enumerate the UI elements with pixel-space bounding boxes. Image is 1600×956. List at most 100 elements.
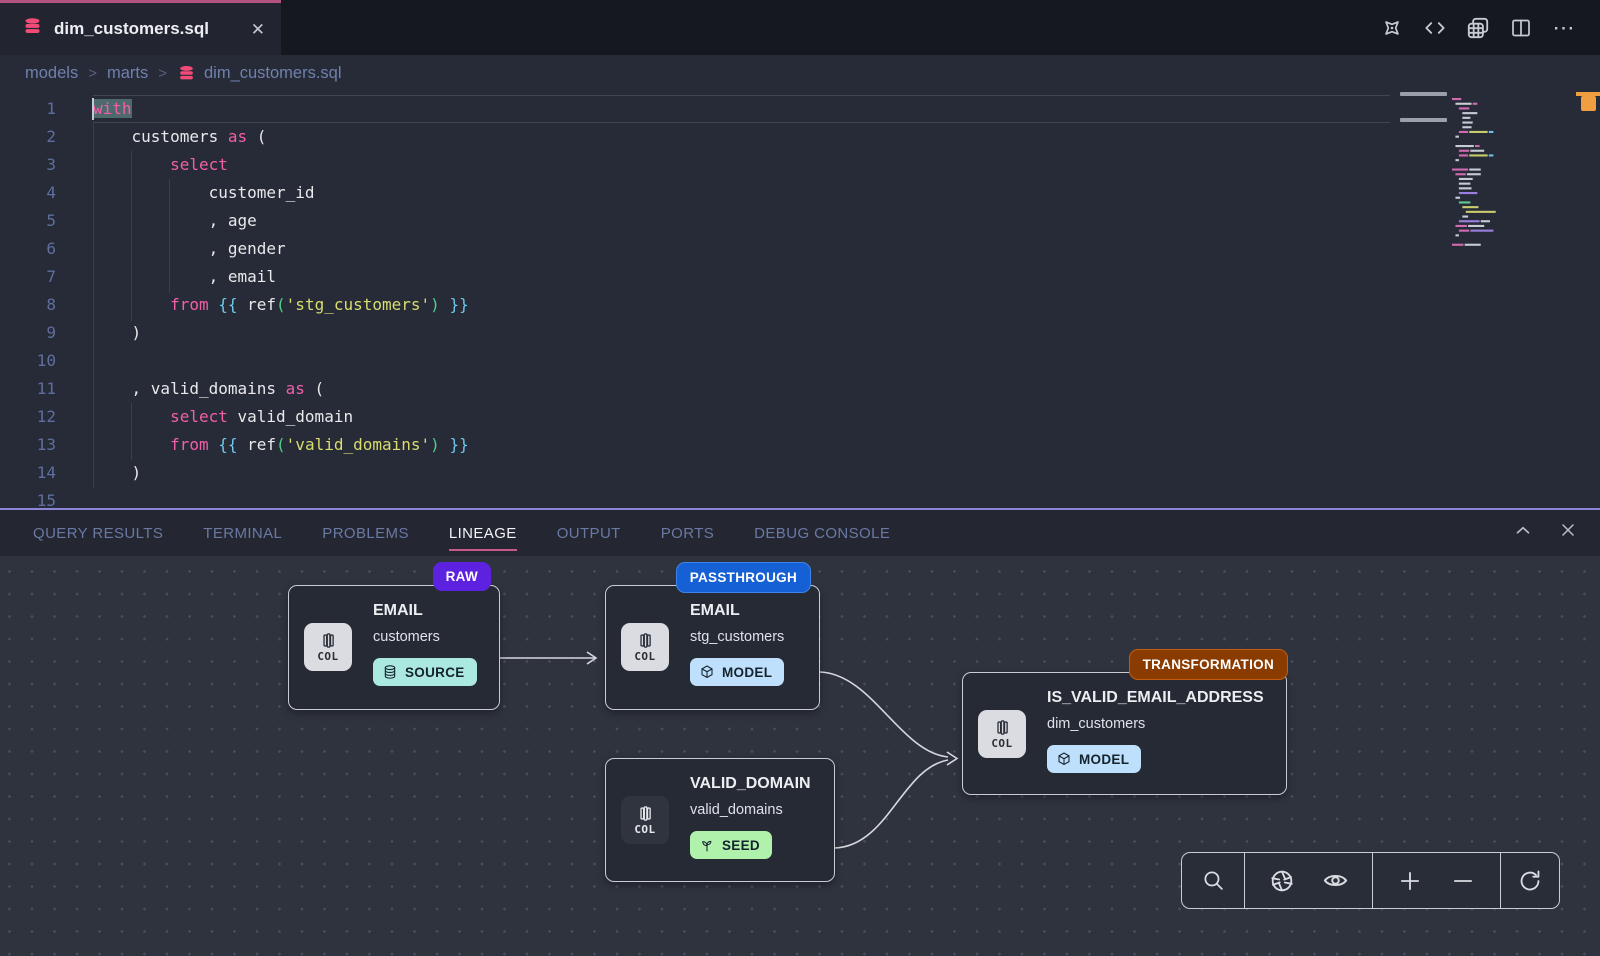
node-title: IS_VALID_EMAIL_ADDRESS — [1047, 689, 1264, 707]
code-line[interactable]: , gender — [93, 235, 1390, 263]
breadcrumb-separator: > — [88, 65, 97, 82]
line-number: 1 — [0, 95, 56, 123]
code-line[interactable]: , email — [93, 263, 1390, 291]
line-number: 9 — [0, 319, 56, 347]
aperture-icon — [1269, 868, 1295, 894]
code-editor[interactable]: 123456789101112131415 with customers as … — [0, 92, 1600, 508]
minimap-highlight — [1400, 92, 1447, 96]
line-number: 10 — [0, 347, 56, 375]
tag-passthrough: PASSTHROUGH — [676, 562, 811, 593]
code-line[interactable]: customer_id — [93, 179, 1390, 207]
tab-terminal[interactable]: TERMINAL — [203, 512, 282, 555]
line-number: 13 — [0, 431, 56, 459]
code-line[interactable] — [93, 487, 1390, 508]
visibility-button[interactable] — [1318, 864, 1352, 898]
code-line[interactable]: ) — [93, 319, 1390, 347]
refresh-button[interactable] — [1513, 864, 1547, 898]
tab-problems[interactable]: PROBLEMS — [322, 512, 409, 555]
code-line[interactable]: with — [93, 95, 1390, 123]
code-line[interactable] — [93, 347, 1390, 375]
tab-title: dim_customers.sql — [54, 19, 240, 39]
cube-icon — [1056, 751, 1072, 767]
node-title: EMAIL — [373, 602, 423, 620]
plus-icon — [1397, 868, 1423, 894]
database-icon — [177, 64, 196, 83]
code-line[interactable]: customers as ( — [93, 123, 1390, 151]
code-line[interactable]: , age — [93, 207, 1390, 235]
code-line[interactable]: , valid_domains as ( — [93, 375, 1390, 403]
minimap-highlight — [1400, 118, 1447, 122]
panel-actions — [1512, 508, 1578, 556]
tab-debug-console[interactable]: DEBUG CONSOLE — [754, 512, 890, 555]
tab-query-results[interactable]: QUERY RESULTS — [33, 512, 163, 555]
zoom-in-button[interactable] — [1393, 864, 1427, 898]
code-content[interactable]: with customers as ( select customer_id ,… — [93, 95, 1390, 508]
tag-raw: RAW — [433, 562, 491, 591]
snapshot-button[interactable] — [1265, 864, 1299, 898]
bottom-panel-tabs: QUERY RESULTS TERMINAL PROBLEMS LINEAGE … — [0, 508, 1600, 556]
dbt-canvas-button[interactable] — [1378, 14, 1406, 42]
lineage-node-customers[interactable]: RAW COL EMAIL customers SOURCE — [288, 585, 500, 710]
database-icon — [382, 664, 398, 680]
copy-table-icon — [1465, 15, 1491, 41]
refresh-icon — [1517, 868, 1543, 894]
zoom-out-button[interactable] — [1446, 864, 1480, 898]
chevron-up-icon[interactable] — [1512, 519, 1534, 546]
node-subtitle: valid_domains — [690, 802, 783, 818]
node-subtitle: dim_customers — [1047, 716, 1145, 732]
line-number: 5 — [0, 207, 56, 235]
line-number: 11 — [0, 375, 56, 403]
column-icon: COL — [621, 623, 669, 671]
close-icon[interactable] — [1558, 520, 1578, 545]
model-badge: MODEL — [690, 658, 784, 686]
code-line[interactable]: select — [93, 151, 1390, 179]
tab-output[interactable]: OUTPUT — [557, 512, 621, 555]
line-number: 8 — [0, 291, 56, 319]
breadcrumb-models[interactable]: models — [25, 64, 78, 83]
editor-actions: ⋯ — [1378, 0, 1578, 55]
lineage-node-valid-domains[interactable]: COL VALID_DOMAIN valid_domains SEED — [605, 758, 835, 882]
breadcrumb-marts[interactable]: marts — [107, 64, 148, 83]
tab-ports[interactable]: PORTS — [661, 512, 714, 555]
line-number-gutter: 123456789101112131415 — [0, 95, 56, 508]
breadcrumb: models > marts > dim_customers.sql — [0, 55, 1600, 92]
split-editor-button[interactable] — [1507, 14, 1535, 42]
model-badge: MODEL — [1047, 745, 1141, 773]
tag-transformation: TRANSFORMATION — [1129, 649, 1288, 680]
line-number: 15 — [0, 487, 56, 508]
tab-dim-customers[interactable]: dim_customers.sql ✕ — [0, 0, 281, 55]
line-number: 14 — [0, 459, 56, 487]
line-number: 12 — [0, 403, 56, 431]
dbt-star-icon — [1380, 16, 1404, 40]
line-number: 7 — [0, 263, 56, 291]
line-number: 3 — [0, 151, 56, 179]
lineage-node-dim-customers[interactable]: TRANSFORMATION COL IS_VALID_EMAIL_ADDRES… — [962, 672, 1287, 795]
code-view-button[interactable] — [1421, 14, 1449, 42]
minimap[interactable] — [1448, 94, 1558, 269]
code-line[interactable]: from {{ ref('valid_domains') }} — [93, 431, 1390, 459]
code-line[interactable]: from {{ ref('stg_customers') }} — [93, 291, 1390, 319]
source-badge: SOURCE — [373, 658, 477, 686]
tab-lineage[interactable]: LINEAGE — [449, 512, 517, 555]
text-cursor — [92, 98, 94, 120]
seed-badge: SEED — [690, 831, 772, 859]
node-title: EMAIL — [690, 602, 740, 620]
copy-table-button[interactable] — [1464, 14, 1492, 42]
magnifier-icon — [1201, 868, 1226, 893]
line-number: 6 — [0, 235, 56, 263]
code-line[interactable]: select valid_domain — [93, 403, 1390, 431]
lineage-toolbar — [1181, 852, 1560, 909]
line-number: 4 — [0, 179, 56, 207]
breadcrumb-file[interactable]: dim_customers.sql — [177, 64, 342, 83]
node-subtitle: customers — [373, 629, 440, 645]
more-actions-button[interactable]: ⋯ — [1550, 14, 1578, 42]
lineage-canvas[interactable]: RAW COL EMAIL customers SOURCE PASSTHROU… — [0, 556, 1600, 956]
code-brackets-icon — [1422, 15, 1448, 41]
column-icon: COL — [621, 796, 669, 844]
sprout-icon — [699, 837, 715, 853]
code-line[interactable]: ) — [93, 459, 1390, 487]
search-button[interactable] — [1196, 864, 1230, 898]
tab-close-icon[interactable]: ✕ — [251, 21, 265, 38]
lineage-node-stg-customers[interactable]: PASSTHROUGH COL EMAIL stg_customers MODE… — [605, 585, 820, 710]
cube-icon — [699, 664, 715, 680]
